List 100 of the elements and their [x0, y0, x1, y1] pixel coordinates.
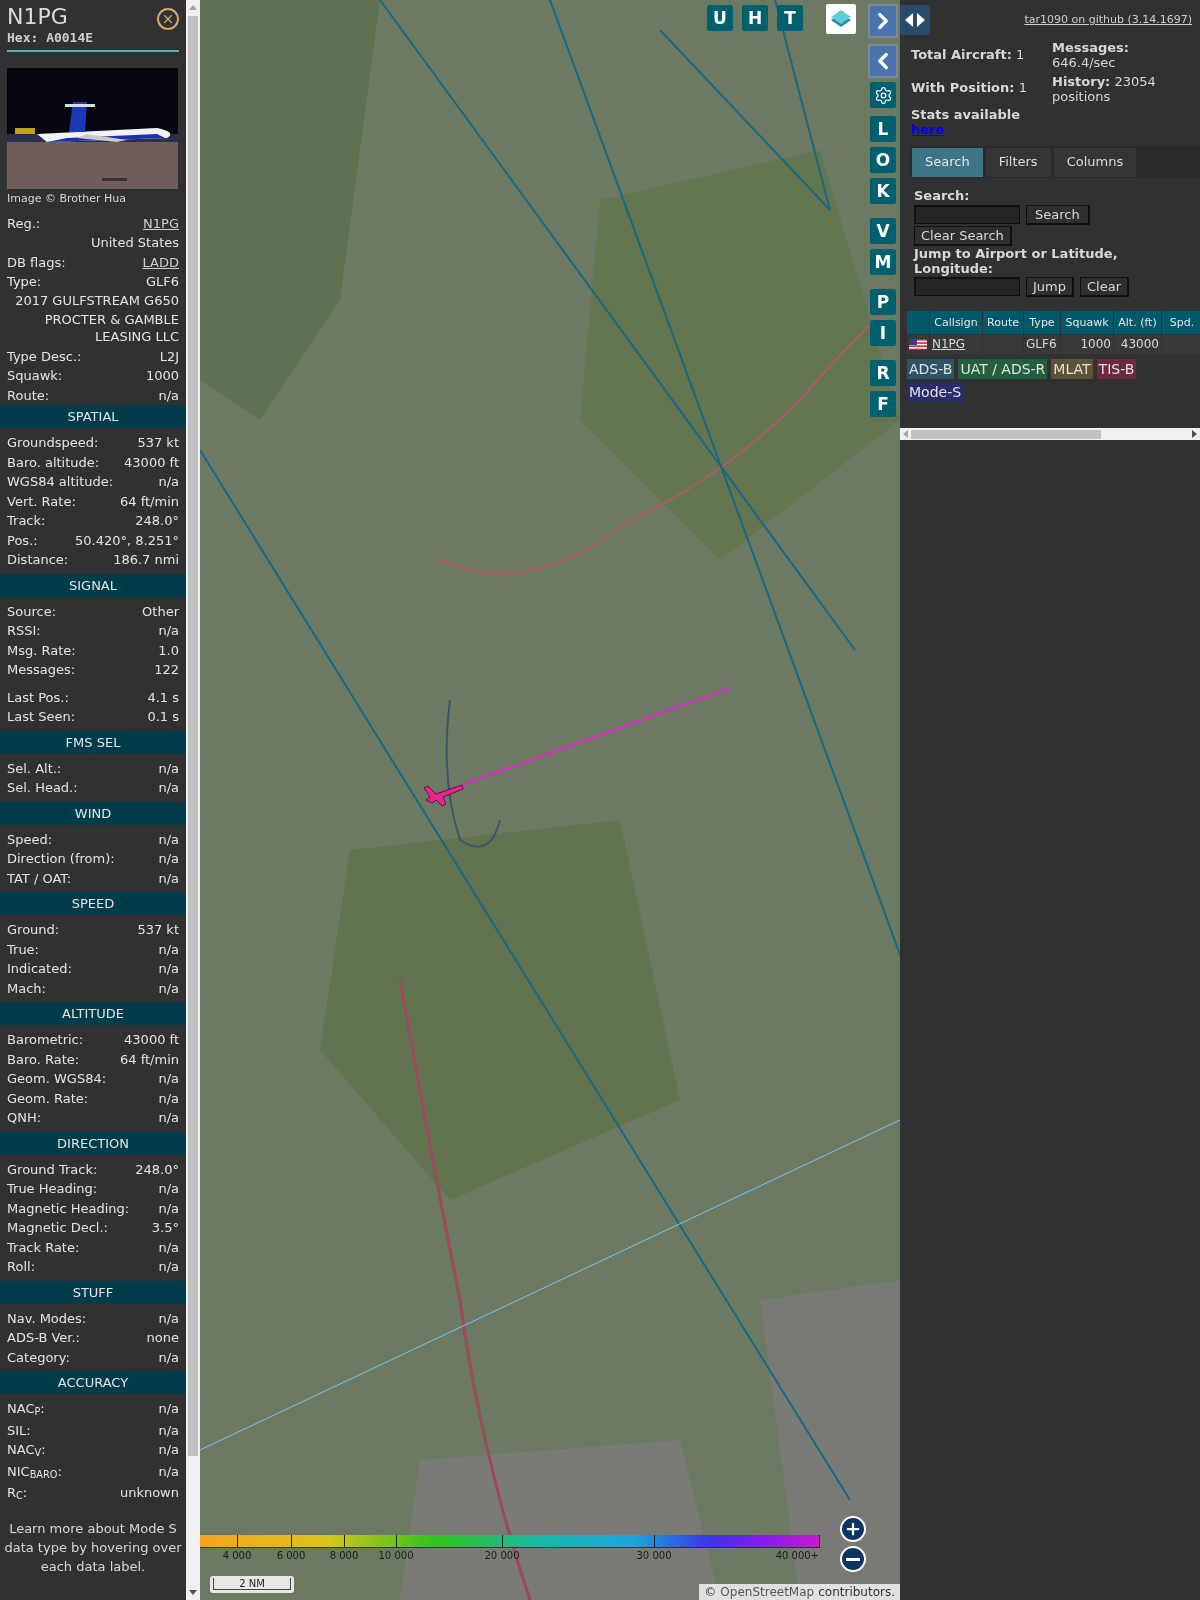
column-header[interactable]: Alt. (ft): [1114, 311, 1161, 334]
horizontal-scrollbar[interactable]: [900, 428, 1200, 440]
tab[interactable]: Search: [912, 147, 983, 177]
value-link[interactable]: LADD: [142, 252, 179, 272]
scrollbar[interactable]: [186, 0, 200, 1600]
expand-button[interactable]: [868, 4, 898, 38]
layers-button[interactable]: [826, 4, 856, 34]
map-toggle-button[interactable]: R: [870, 360, 896, 386]
column-header[interactable]: Spd.: [1162, 311, 1200, 334]
attribution-text: contributors.: [818, 1584, 895, 1600]
right-arrow-icon: [1192, 430, 1197, 438]
left-right-arrows-icon: [905, 13, 925, 27]
map-toggle-button[interactable]: I: [870, 320, 896, 346]
field-label: NAC$_{V}$:: [7, 1441, 46, 1460]
field-value: n/a: [158, 1462, 179, 1481]
stat-text: Messages: 646.4/sec: [1052, 40, 1131, 70]
aircraft-icon[interactable]: [423, 784, 464, 807]
field-value: n/a: [158, 940, 179, 959]
jump-field[interactable]: [914, 277, 1020, 296]
field-value: 50.420°, 8.251°: [75, 531, 179, 550]
column-header[interactable]: Type: [1024, 311, 1060, 334]
field-value: n/a: [158, 1089, 179, 1108]
field-value: n/a: [158, 1180, 179, 1198]
clear-search-button[interactable]: Clear Search: [914, 226, 1012, 246]
map-toggle-button[interactable]: V: [870, 218, 896, 244]
map-toggle-button[interactable]: F: [870, 391, 896, 417]
field-value: 186.7 nmi: [113, 551, 179, 569]
field-value: n/a: [158, 1238, 179, 1257]
jump-label: Jump to Airport or Latitude, Longitude:: [914, 246, 1119, 276]
map-toggle-button[interactable]: L: [870, 116, 896, 142]
field-label: Barometric:: [7, 1031, 84, 1049]
search-button[interactable]: Search: [1026, 205, 1090, 225]
table-cell: 43000: [1114, 335, 1161, 354]
value-link[interactable]: N1PG: [143, 214, 179, 234]
field-label: Geom. Rate:: [7, 1089, 89, 1108]
field-value: 43000 ft: [124, 453, 179, 472]
field-label: True:: [7, 940, 39, 959]
tab[interactable]: Filters: [985, 147, 1051, 177]
field-label: Last Pos.:: [7, 688, 69, 707]
map-toggle-button[interactable]: K: [870, 178, 896, 204]
jump-button[interactable]: Jump: [1026, 277, 1074, 297]
source-badge: UAT / ADS-R: [958, 359, 1048, 379]
map-toggle-button[interactable]: U: [707, 5, 733, 31]
field-label: NAC$_{P}$:: [7, 1400, 45, 1419]
field-value: n/a: [158, 830, 179, 849]
stats-label: Stats available: [911, 107, 1022, 122]
section-header: SPATIAL: [0, 405, 186, 428]
field-value: n/a: [158, 386, 179, 405]
section-header: SPEED: [0, 892, 186, 915]
github-link[interactable]: tar1090 on github (3.14.1697): [1024, 12, 1192, 29]
field-value: 248.0°: [135, 512, 179, 530]
field-label: True Heading:: [7, 1180, 98, 1198]
field-label: Speed:: [7, 830, 53, 849]
tab[interactable]: Columns: [1053, 147, 1137, 177]
field-label: R$_{C}$:: [7, 1484, 28, 1503]
field-label: Groundspeed:: [7, 434, 99, 452]
field-value: n/a: [158, 1400, 179, 1418]
field-label: TAT / OAT:: [7, 869, 72, 888]
scale-bar: 2 NM: [210, 1576, 294, 1593]
field-label: SIL:: [7, 1421, 31, 1440]
map-toggle-button[interactable]: M: [870, 249, 896, 275]
section-header: SIGNAL: [0, 573, 186, 597]
close-button[interactable]: [157, 8, 179, 30]
field-label: Messages:: [7, 661, 76, 679]
field-value: 248.0°: [135, 1160, 179, 1179]
field-value: Other: [142, 602, 179, 621]
field-value: n/a: [158, 1421, 179, 1440]
map-toggle-button[interactable]: T: [777, 5, 803, 31]
attribution-link[interactable]: OpenStreetMap: [720, 1584, 815, 1600]
flag-icon: [909, 339, 927, 350]
map-toggle-button[interactable]: O: [870, 147, 896, 173]
field-value: n/a: [158, 1348, 179, 1367]
search-field[interactable]: [914, 205, 1020, 224]
field-value: L2J: [159, 347, 179, 366]
field-value: n/a: [158, 1109, 179, 1127]
field-value: n/a: [158, 473, 179, 491]
callsign-link[interactable]: N1PG: [932, 337, 966, 351]
map-toggle-button[interactable]: P: [870, 289, 896, 315]
field-value: n/a: [158, 759, 179, 778]
field-value: 1000: [145, 367, 179, 385]
section-header: ALTITUDE: [0, 1002, 186, 1025]
column-header[interactable]: Squawk: [1061, 311, 1113, 334]
column-header[interactable]: Callsign: [930, 311, 982, 334]
stat-text: With Position: 1: [911, 80, 1028, 95]
clear-button[interactable]: Clear: [1080, 277, 1129, 297]
field-value: 2017 GULFSTREAM G650: [15, 291, 179, 309]
field-value: unknown: [119, 1484, 179, 1502]
section-header: FMS SEL: [0, 730, 186, 754]
field-label: Indicated:: [7, 960, 72, 978]
field-label: Track Rate:: [7, 1238, 80, 1257]
panel-toggle-button[interactable]: [900, 5, 930, 35]
field-value: 537 kt: [137, 921, 179, 939]
collapse-button[interactable]: [868, 44, 898, 78]
table-cell: GLF6: [1024, 335, 1060, 354]
map-toggle-button[interactable]: H: [742, 5, 768, 31]
column-header[interactable]: Route: [983, 311, 1023, 334]
settings-button[interactable]: [870, 82, 896, 108]
field-value: n/a: [158, 1199, 179, 1218]
field-label: Magnetic Heading:: [7, 1199, 130, 1218]
source-badge: TIS-B: [1096, 359, 1137, 379]
